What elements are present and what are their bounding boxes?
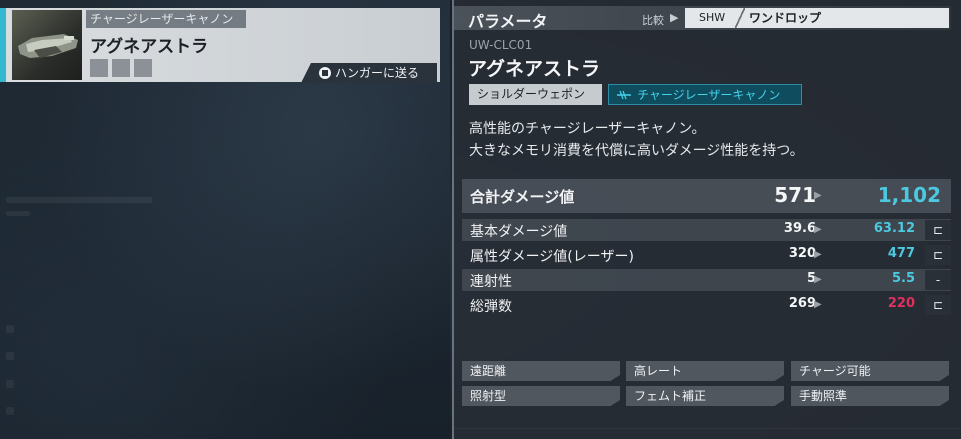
feature-tag: 手動照準: [791, 386, 949, 406]
stat-label: 合計ダメージ値: [470, 188, 575, 206]
stat-new-value: 477: [887, 246, 915, 261]
compare-separator: [735, 8, 745, 28]
description-line: 大きなメモリ消費を代償に高いダメージ性能を持つ。: [469, 143, 804, 159]
unit-name: アグネアストラ: [468, 58, 601, 80]
stat-indicator: ⊏: [925, 295, 951, 315]
stat-new-value: 1,102: [877, 183, 941, 207]
stat-current-value: 269: [788, 296, 816, 311]
stat-new-value: 220: [887, 296, 915, 311]
stat-new-value: 63.12: [873, 221, 915, 236]
feature-tag: 照射型: [462, 386, 620, 406]
compare-arrow-icon: ▶: [814, 274, 822, 285]
stat-indicator: ⊏: [925, 245, 951, 265]
weapon-card-name: アグネアストラ: [90, 37, 209, 57]
stat-indicator: ⊏: [925, 220, 951, 240]
stat-label: 連射性: [470, 274, 512, 290]
stat-indicator: -: [925, 270, 951, 290]
stat-current-value: 571: [774, 183, 816, 207]
stat-label: 属性ダメージ値(レーザー): [470, 249, 634, 265]
compare-arrow-icon: ▶: [814, 249, 822, 260]
weapon-type-tag-label: チャージレーザーキャノン: [637, 88, 781, 102]
weapon-type-tag: チャージレーザーキャノン: [608, 84, 802, 105]
background-ghost-bar: [6, 197, 152, 203]
compare-arrow-icon: ▶: [814, 190, 822, 201]
compare-label: 比較: [642, 14, 664, 27]
send-to-hangar-button[interactable]: ハンガーに送る: [301, 63, 437, 83]
compare-target[interactable]: SHW ワンドロップ: [685, 8, 949, 28]
stat-new-value: 5.5: [891, 271, 915, 286]
slot-indicator: [90, 59, 108, 77]
panel-title: パラメータ: [468, 12, 548, 31]
description-line: 高性能のチャージレーザーキャノン。: [469, 121, 706, 137]
compare-arrow-icon: ▶: [814, 299, 822, 310]
laser-icon: [617, 90, 631, 100]
stat-row: 総弾数 269 ▶ 220 ⊏: [462, 294, 951, 316]
feature-tag: 高レート: [626, 361, 784, 381]
cannon-icon: [18, 34, 78, 58]
compare-arrow-icon: ▶: [814, 224, 822, 235]
weapon-thumbnail: [12, 10, 82, 80]
background-ghost-bar: [6, 325, 14, 333]
background-ghost-bar: [6, 380, 14, 388]
stat-label: 総弾数: [470, 299, 512, 315]
weapon-card-type-label: チャージレーザーキャノン: [86, 10, 246, 28]
panel-header: パラメータ 比較 ▶ SHW ワンドロップ: [454, 6, 951, 31]
stat-row: 基本ダメージ値 39.6 ▶ 63.12 ⊏: [462, 219, 951, 241]
stat-current-value: 39.6: [783, 221, 816, 236]
background-ghost-bar: [6, 211, 30, 216]
compare-arrow-icon: ▶: [670, 11, 679, 24]
compare-code: SHW: [699, 11, 726, 24]
feature-tag: フェムト補正: [626, 386, 784, 406]
stat-label: 基本ダメージ値: [470, 224, 568, 240]
stat-row: 連射性 5 ▶ 5.5 -: [462, 269, 951, 291]
slot-indicator: [134, 59, 152, 77]
panel-divider: [454, 428, 961, 429]
model-code: UW-CLC01: [469, 38, 533, 52]
parameter-panel: パラメータ 比較 ▶ SHW ワンドロップ UW-CLC01 アグネアストラ シ…: [452, 0, 961, 439]
background-ghost-bar: [6, 407, 14, 415]
background-ghost-bar: [6, 352, 14, 360]
slot-indicator: [112, 59, 130, 77]
square-button-icon: [319, 67, 331, 79]
send-to-hangar-label: ハンガーに送る: [335, 66, 420, 80]
description: 高性能のチャージレーザーキャノン。 大きなメモリ消費を代償に高いダメージ性能を持…: [469, 118, 804, 162]
stat-row: 属性ダメージ値(レーザー) 320 ▶ 477 ⊏: [462, 244, 951, 266]
category-tag: ショルダーウェポン: [469, 84, 602, 105]
compare-name: ワンドロップ: [749, 11, 822, 25]
feature-tag: 遠距離: [462, 361, 620, 381]
feature-tag: チャージ可能: [791, 361, 949, 381]
weapon-card[interactable]: チャージレーザーキャノン アグネアストラ ハンガーに送る: [0, 8, 440, 83]
stat-current-value: 320: [788, 246, 816, 261]
stat-row-total-damage: 合計ダメージ値 571 ▶ 1,102: [462, 179, 951, 213]
